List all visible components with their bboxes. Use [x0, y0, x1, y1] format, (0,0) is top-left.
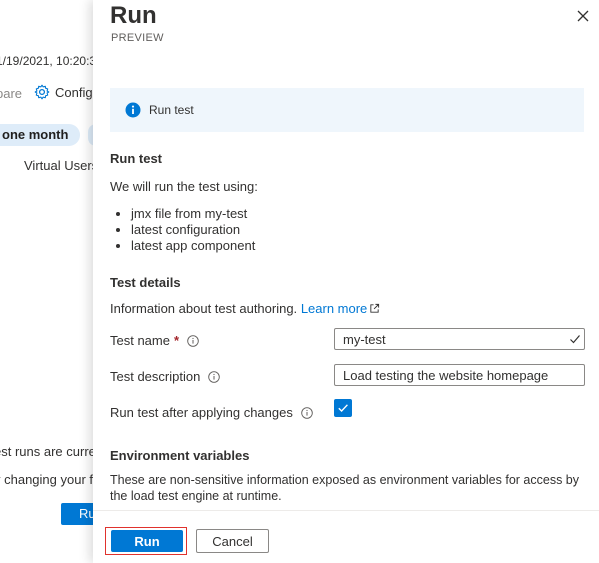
list-item: latest app component: [131, 238, 255, 254]
background-configure-label: Config: [55, 84, 93, 100]
background-compare-button[interactable]: pare: [0, 86, 22, 101]
list-item: jmx file from my-test: [131, 206, 255, 222]
info-bar: Run test: [110, 88, 584, 132]
cancel-button[interactable]: Cancel: [196, 529, 269, 553]
test-name-input[interactable]: [334, 328, 585, 350]
run-panel: Run PREVIEW Run test Run test We will ru…: [93, 0, 599, 563]
external-link-icon: [370, 303, 380, 313]
background-changing-text: y changing your fi: [0, 472, 96, 487]
apply-changes-label: Run test after applying changes: [110, 405, 313, 420]
test-description-input[interactable]: [334, 364, 585, 386]
info-circle-icon[interactable]: [208, 370, 221, 383]
panel-subtitle: PREVIEW: [111, 32, 164, 44]
required-marker: *: [173, 333, 180, 348]
panel-title: Run: [110, 2, 157, 29]
run-test-heading: Run test: [110, 151, 162, 166]
info-bar-text: Run test: [149, 103, 194, 117]
test-name-label: Test name *: [110, 333, 199, 348]
background-configure-button[interactable]: Config: [34, 84, 93, 100]
close-icon[interactable]: [575, 8, 591, 24]
test-details-heading: Test details: [110, 275, 181, 290]
background-period-pill[interactable]: one month: [0, 124, 80, 146]
info-icon: [125, 102, 141, 118]
info-circle-icon[interactable]: [301, 406, 313, 419]
run-button[interactable]: Run: [111, 530, 183, 552]
background-virtual-users-header: Virtual Users: [24, 158, 99, 173]
test-name-label-text: Test name: [110, 333, 170, 348]
run-test-list: jmx file from my-test latest configurati…: [110, 206, 255, 254]
info-circle-icon[interactable]: [187, 334, 199, 347]
learn-more-label: Learn more: [300, 301, 368, 316]
background-date: 1/19/2021, 10:20:31: [0, 54, 100, 68]
checkmark-icon: [570, 335, 580, 344]
test-details-info: Information about test authoring. Learn …: [110, 301, 380, 316]
test-details-info-text: Information about test authoring.: [110, 301, 298, 316]
footer-divider: [93, 510, 599, 511]
background-runs-text: est runs are curren: [0, 444, 100, 459]
apply-changes-label-text: Run test after applying changes: [110, 405, 293, 420]
gear-icon: [34, 84, 50, 100]
learn-more-link[interactable]: Learn more: [301, 301, 380, 316]
apply-changes-checkbox[interactable]: [334, 399, 352, 417]
run-test-intro: We will run the test using:: [110, 179, 258, 194]
env-variables-description: These are non-sensitive information expo…: [110, 473, 579, 503]
test-description-label: Test description: [110, 369, 221, 384]
checkmark-icon: [338, 404, 348, 413]
env-variables-heading: Environment variables: [110, 448, 250, 463]
background-page: 1/19/2021, 10:20:31 pare Config one mont…: [0, 0, 100, 563]
test-description-label-text: Test description: [110, 369, 201, 384]
list-item: latest configuration: [131, 222, 255, 238]
